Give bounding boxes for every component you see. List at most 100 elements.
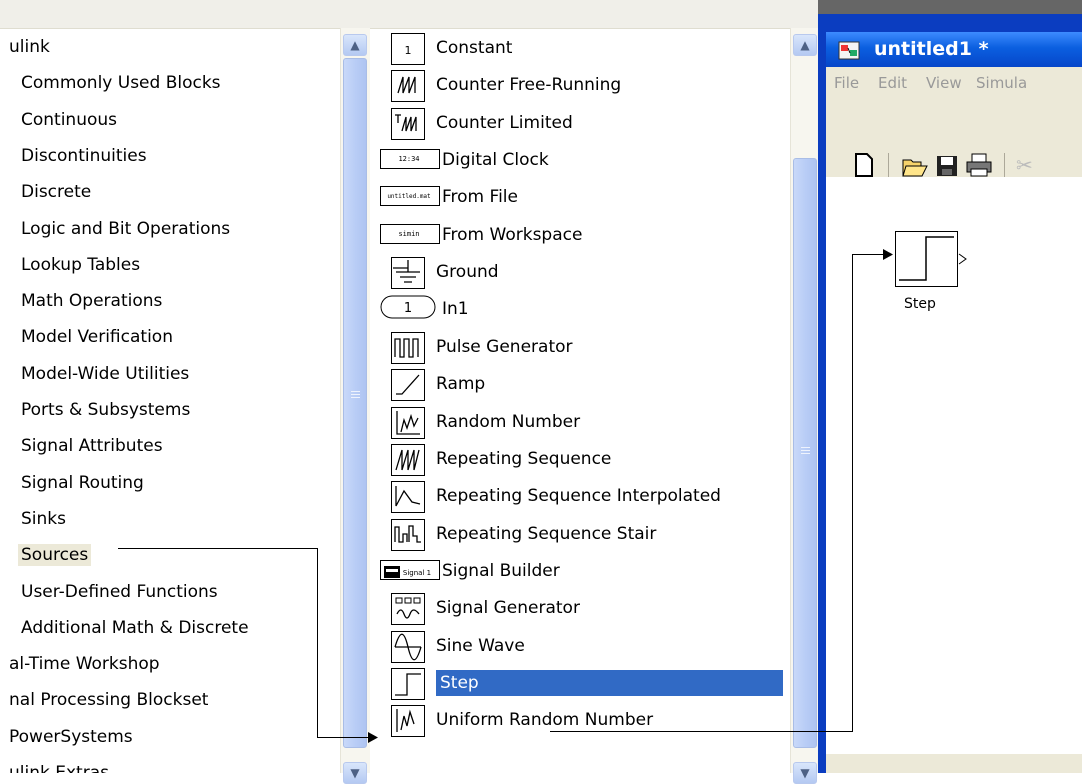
block-list-item[interactable]: Signal 1 Signal Builder [370, 552, 788, 590]
block-list-item[interactable]: Repeating Sequence Stair [370, 515, 788, 553]
arrow-head-icon [883, 249, 893, 260]
tree-item[interactable]: Lookup Tables [18, 254, 143, 278]
tree-item[interactable]: Signal Attributes [18, 435, 166, 459]
digital-clock-icon: 12:34 [380, 149, 440, 170]
tree-item[interactable]: Sources [18, 544, 92, 568]
tree-item[interactable]: Model-Wide Utilities [18, 363, 192, 387]
block-list-item-label: Sine Wave [436, 635, 525, 656]
tree-item[interactable]: nal Processing Blockset [6, 689, 211, 713]
tree-item[interactable]: Additional Math & Discrete [18, 617, 252, 641]
block-list-item[interactable]: 12:34 Digital Clock [370, 141, 788, 179]
block-list-item[interactable]: simin From Workspace [370, 216, 788, 254]
block-list-item[interactable]: Signal Generator [370, 589, 788, 627]
tree-item[interactable]: Discontinuities [18, 145, 150, 169]
block-list-item[interactable]: Repeating Sequence [370, 440, 788, 478]
tree-item-label: Logic and Bit Operations [21, 218, 231, 239]
block-list-item-label: Signal Generator [436, 598, 580, 619]
tree-item[interactable]: Model Verification [18, 326, 176, 350]
model-window-titlebar[interactable]: untitled1 * [826, 32, 1082, 67]
tree-item[interactable]: Signal Routing [18, 472, 147, 496]
pulse-generator-icon [391, 331, 425, 364]
open-icon[interactable] [902, 155, 928, 177]
tree-item-label: Sources [18, 544, 92, 567]
block-list-item-label: Ground [436, 262, 499, 283]
menu-file[interactable]: File [834, 74, 859, 92]
step-icon [391, 667, 425, 700]
step-block[interactable] [895, 231, 958, 287]
scroll-up-arrow-icon[interactable]: ▲ [793, 34, 817, 56]
block-list-item-label: Repeating Sequence Stair [436, 523, 657, 544]
block-list-item[interactable]: Ground [370, 253, 788, 291]
scroll-down-arrow-icon[interactable]: ▼ [793, 762, 817, 784]
counter-limited-icon [391, 107, 425, 140]
tree-item-label: Model-Wide Utilities [21, 363, 190, 384]
tree-item[interactable]: Discrete [18, 181, 94, 205]
counter-free-running-icon [391, 70, 425, 103]
tree-item[interactable]: Logic and Bit Operations [18, 218, 233, 242]
block-list[interactable]: 1 Constant Counter Free-Running Counter Lim… [370, 28, 790, 773]
scrollbar-thumb[interactable] [793, 158, 817, 748]
tree-item[interactable]: Math Operations [18, 290, 165, 314]
tree-item[interactable]: ulink [6, 36, 53, 60]
tree-item-label: nal Processing Blockset [9, 690, 209, 711]
tree-item-label: al-Time Workshop [9, 654, 160, 675]
block-list-item-label: From File [442, 187, 518, 208]
block-list-item[interactable]: Pulse Generator [370, 328, 788, 366]
tree-item[interactable]: ulink Extras [6, 762, 112, 773]
scroll-up-arrow-icon[interactable]: ▲ [343, 34, 367, 56]
library-tree-scrollbar[interactable]: ▲ ▼ [340, 28, 370, 784]
block-list-item[interactable]: Sine Wave [370, 627, 788, 665]
repeating-sequence-interpolated-icon [391, 481, 425, 514]
tree-item-label: Math Operations [21, 291, 163, 312]
block-list-item-label: Counter Limited [436, 112, 573, 133]
tree-item-label: Signal Routing [21, 472, 144, 493]
step-waveform-icon [899, 236, 954, 281]
block-list-item-label: Random Number [436, 411, 581, 432]
cut-icon[interactable]: ✂ [1016, 153, 1033, 177]
block-list-item[interactable]: untitled.mat From File [370, 178, 788, 216]
repeating-sequence-stair-icon [391, 518, 425, 551]
new-icon[interactable] [854, 153, 874, 177]
repeating-sequence-icon [391, 443, 425, 476]
tree-item[interactable]: Sinks [18, 508, 69, 532]
tree-item[interactable]: Commonly Used Blocks [18, 72, 224, 96]
library-browser-header [0, 0, 825, 29]
tree-item-label: ulink [9, 37, 50, 57]
inport-icon: 1 [380, 295, 438, 322]
menu-view[interactable]: View [926, 74, 962, 92]
toolbar: ✂ [826, 97, 1082, 179]
simulink-model-icon [838, 41, 860, 60]
block-list-item[interactable]: 1 In1 [370, 290, 788, 328]
block-list-scrollbar[interactable]: ▲ ▼ [790, 28, 820, 784]
block-list-item[interactable]: Random Number [370, 403, 788, 441]
tree-item[interactable]: Ports & Subsystems [18, 399, 193, 423]
signal-builder-icon: Signal 1 [380, 559, 440, 580]
from-workspace-icon: simin [380, 223, 440, 244]
tree-item[interactable]: Continuous [18, 109, 120, 133]
tree-item[interactable]: User-Defined Functions [18, 581, 221, 605]
block-list-item[interactable]: Uniform Random Number [370, 701, 788, 739]
block-list-item[interactable]: Counter Limited [370, 104, 788, 142]
tree-item-label: Additional Math & Discrete [21, 617, 249, 638]
library-tree[interactable]: ulink Commonly Used Blocks Continuous Disco… [0, 28, 340, 773]
block-list-item[interactable]: Step [370, 664, 788, 702]
svg-text:1: 1 [404, 301, 412, 316]
random-number-icon [391, 406, 425, 439]
block-list-item[interactable]: Counter Free-Running [370, 66, 788, 104]
block-list-item[interactable]: Repeating Sequence Interpolated [370, 477, 788, 515]
print-icon[interactable] [966, 153, 992, 177]
model-canvas[interactable] [826, 214, 1082, 754]
save-icon[interactable] [936, 155, 958, 177]
svg-text:Signal 1: Signal 1 [403, 569, 431, 577]
sine-wave-icon [391, 630, 425, 663]
block-list-item[interactable]: Ramp [370, 365, 788, 403]
block-list-item-label: In1 [442, 299, 469, 320]
tree-item[interactable]: al-Time Workshop [6, 653, 163, 677]
block-list-item-label: From Workspace [442, 224, 583, 245]
block-list-item[interactable]: 1 Constant [370, 29, 788, 67]
tree-item[interactable]: PowerSystems [6, 726, 136, 750]
menu-simulation[interactable]: Simula [976, 74, 1027, 92]
scrollbar-thumb[interactable] [343, 58, 367, 748]
scroll-down-arrow-icon[interactable]: ▼ [343, 762, 367, 784]
menu-edit[interactable]: Edit [878, 74, 907, 92]
